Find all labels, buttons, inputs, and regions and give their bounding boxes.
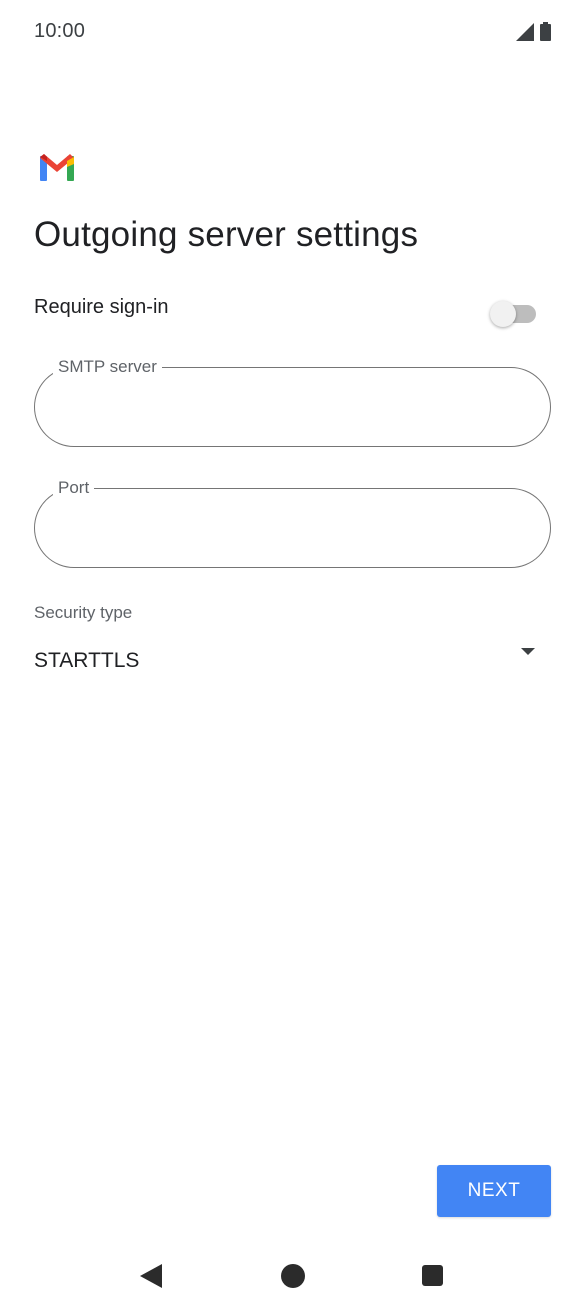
- security-type-label: Security type: [34, 603, 133, 622]
- status-bar: 10:00: [0, 0, 585, 64]
- gmail-logo: [40, 154, 74, 181]
- smtp-server-field[interactable]: SMTP server: [34, 357, 551, 447]
- status-time: 10:00: [34, 20, 86, 42]
- port-field[interactable]: Port: [34, 478, 551, 568]
- security-type-value: STARTTLS: [34, 649, 140, 672]
- cellular-signal-icon: [516, 22, 534, 41]
- dropdown-arrow-icon: [521, 648, 535, 655]
- smtp-server-label: SMTP server: [53, 357, 162, 377]
- require-signin-toggle[interactable]: [490, 297, 536, 327]
- back-icon[interactable]: [140, 1264, 162, 1288]
- port-input[interactable]: [59, 511, 523, 547]
- battery-icon: [540, 22, 551, 41]
- security-type-dropdown[interactable]: STARTTLS: [34, 640, 551, 680]
- recents-icon[interactable]: [422, 1265, 443, 1286]
- page-title: Outgoing server settings: [34, 215, 419, 254]
- port-label: Port: [53, 478, 95, 498]
- home-icon[interactable]: [281, 1264, 305, 1288]
- next-button[interactable]: NEXT: [437, 1165, 551, 1217]
- require-signin-label: Require sign-in: [34, 296, 169, 318]
- require-signin-row[interactable]: Require sign-in: [34, 290, 551, 328]
- status-icons: [516, 22, 551, 41]
- smtp-server-input[interactable]: [59, 390, 523, 426]
- navigation-bar: [0, 1240, 585, 1310]
- toggle-thumb: [490, 301, 516, 327]
